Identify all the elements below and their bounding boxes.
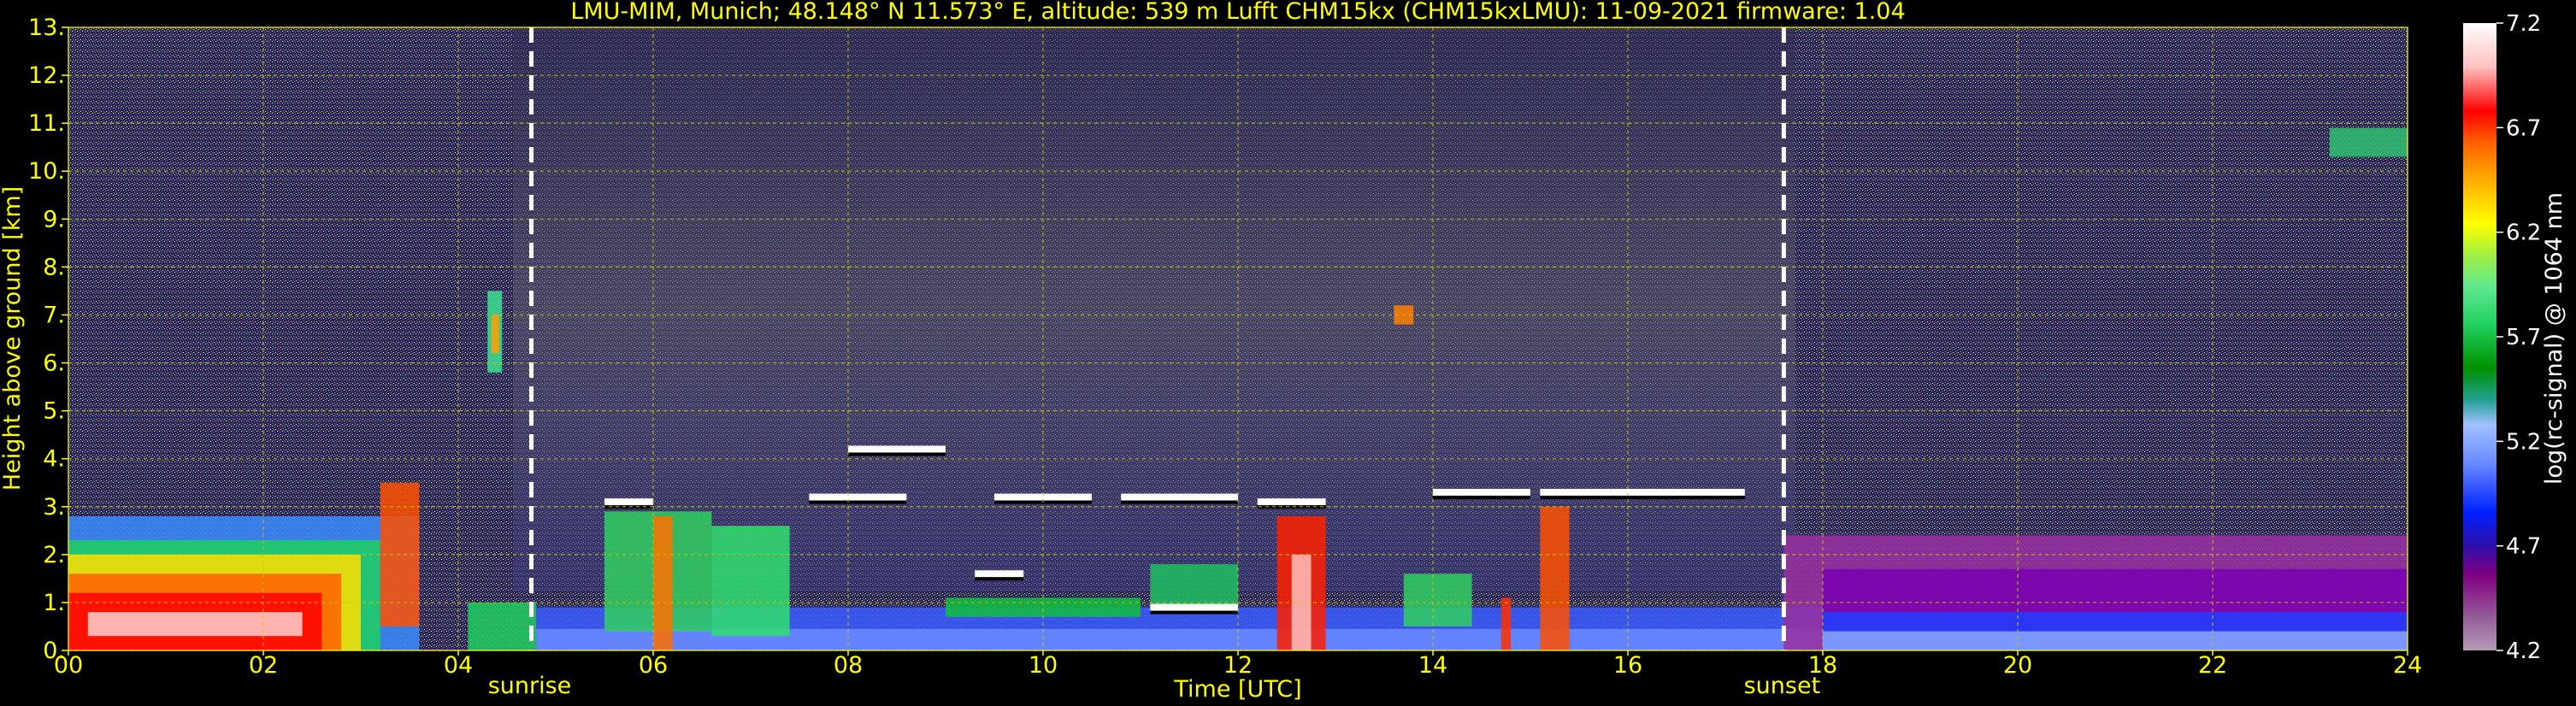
cloud-base: [1150, 603, 1238, 611]
x-tick-label: 18: [1808, 652, 1837, 679]
y-tick-label: 10.: [28, 158, 65, 185]
colorbar-tick-label: 4.7: [2506, 534, 2541, 560]
x-tick-label: 20: [2003, 652, 2032, 679]
y-tick-label: 3.: [43, 494, 65, 521]
y-tick-label: 4.: [43, 446, 65, 473]
cloud-base: [604, 498, 653, 506]
backscatter-layer: [87, 612, 303, 637]
backscatter-layer: [711, 526, 790, 637]
y-tick-label: 2.: [43, 542, 65, 568]
backscatter-layer: [1403, 574, 1472, 627]
x-tick-label: 06: [639, 652, 668, 679]
y-tick-label: 1.: [43, 590, 65, 616]
colorbar-label: log(rc-signal) @ 1064 nm: [2541, 192, 2567, 485]
y-tick-label: 13.: [28, 15, 65, 41]
cloud-shadow: [809, 500, 907, 504]
colorbar: 4.2 4.7 5.2 5.7 6.2 6.7 7.2 log(rc-signal) @ 1…: [2463, 11, 2567, 664]
x-tick-label: 08: [834, 652, 863, 679]
y-tick-label: 12.: [28, 62, 65, 89]
x-tick-label: 12: [1223, 652, 1253, 679]
cloud-shadow: [848, 452, 946, 456]
x-tick-label: 04: [444, 652, 473, 679]
backscatter-layer: [2329, 127, 2408, 157]
y-tick-label: 11.: [28, 110, 65, 137]
cloud-base: [1540, 488, 1745, 496]
colorbar-scale: [2463, 23, 2496, 650]
x-tick-label: 10: [1029, 652, 1058, 679]
sun-marker-label: sunrise: [488, 673, 572, 699]
backscatter-layer: [468, 602, 537, 650]
cloud-shadow: [1540, 495, 1745, 499]
cloud-base: [1121, 493, 1238, 501]
y-axis-label: Height above ground [km]: [0, 186, 26, 491]
colorbar-tick-label: 6.7: [2506, 115, 2541, 141]
plot-area: [68, 26, 2408, 651]
cloud-base: [848, 445, 946, 453]
cloud-base: [975, 570, 1024, 578]
x-tick-label: 14: [1418, 652, 1447, 679]
y-tick-label: 8.: [43, 254, 65, 280]
colorbar-tick-label: 4.2: [2506, 638, 2541, 664]
cloud-base: [1257, 498, 1326, 506]
backscatter-layer: [1500, 597, 1512, 650]
colorbar-ticks: 4.2 4.7 5.2 5.7 6.2 6.7 7.2: [2496, 11, 2541, 664]
y-axis: 0.1.2.3.4.5.6.7.8.9.10.11.12.13.: [28, 15, 68, 664]
backscatter-layer: [1823, 631, 2408, 650]
backscatter-layer: [946, 597, 1141, 617]
x-tick-label: 16: [1613, 652, 1642, 679]
x-tick-label: 00: [54, 652, 83, 679]
backscatter-layer: [491, 315, 499, 354]
cloud-base: [809, 493, 907, 501]
backscatter-layer: [1540, 506, 1570, 650]
y-tick-label: 6.: [43, 350, 65, 377]
colorbar-tick-label: 6.2: [2506, 221, 2541, 246]
ceilometer-chart: 0.1.2.3.4.5.6.7.8.9.10.11.12.13. sunrise…: [0, 0, 2567, 703]
cloud-shadow: [975, 577, 1024, 581]
cloud-shadow: [1121, 500, 1238, 504]
x-tick-label: 02: [249, 652, 278, 679]
cloud-shadow: [1150, 610, 1238, 615]
chart-title: LMU-MIM, Munich; 48.148° N 11.573° E, al…: [570, 0, 1905, 25]
x-tick-label: 24: [2393, 652, 2422, 679]
colorbar-tick-label: 5.2: [2506, 429, 2541, 455]
colorbar-tick-label: 7.2: [2506, 11, 2541, 37]
backscatter-layer: [653, 515, 673, 650]
cloud-base: [1433, 488, 1530, 496]
cloud-shadow: [1433, 495, 1530, 499]
colorbar-tick-label: 5.7: [2506, 325, 2541, 350]
x-axis-label: Time [UTC]: [1173, 676, 1301, 703]
y-tick-label: 7.: [43, 302, 65, 328]
y-tick-label: 9.: [43, 206, 65, 232]
x-tick-label: 22: [2198, 652, 2227, 679]
y-tick-label: 5.: [43, 398, 65, 425]
